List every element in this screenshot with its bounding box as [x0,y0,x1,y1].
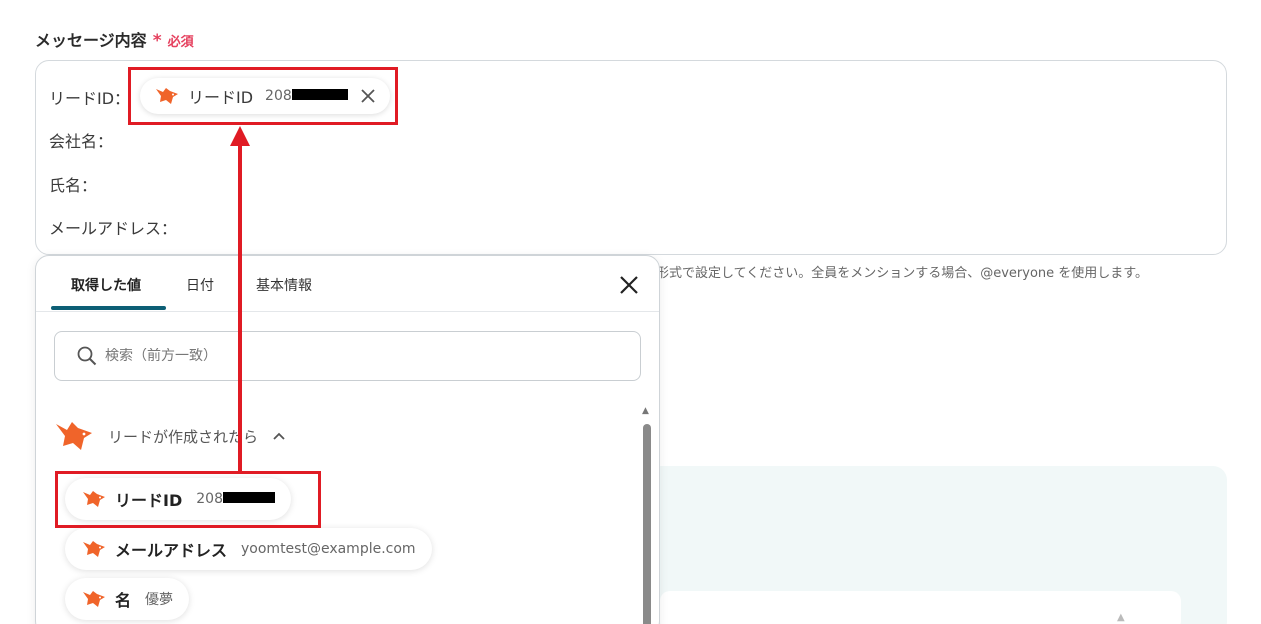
scrollbar[interactable]: ▲ [642,406,652,624]
search-field[interactable] [54,331,641,381]
scrollbar-thumb[interactable] [643,424,651,624]
item-value: 208 [196,491,275,507]
background-inner-card [660,591,1181,624]
item-value: yoomtest@example.com [241,541,416,557]
field-label-text: メッセージ内容 [35,31,147,50]
scroll-up-icon[interactable]: ▲ [642,406,649,416]
active-tab-indicator [51,306,166,310]
fox-icon [83,541,105,557]
variable-item-first-name[interactable]: 名 優夢 [65,578,190,620]
tab-date[interactable]: 日付 [186,275,214,295]
group-title: リードが作成されたら [108,427,259,446]
fox-icon [56,422,92,450]
fox-icon [83,491,105,507]
pill-name: リードID [188,88,254,107]
required-text: 必須 [167,35,194,50]
hint-text: 形式で設定してください。全員をメンションする場合、@everyone を使用しま… [656,266,1148,281]
search-icon [77,346,97,366]
trigger-group-header[interactable]: リードが作成されたら [54,419,286,453]
search-input[interactable] [105,348,585,364]
picker-tabs: 取得した値 日付 基本情報 [36,256,659,312]
message-field-label: メッセージ内容 * 必須 [35,27,194,51]
required-mark: * [152,31,162,51]
tab-acquired-values[interactable]: 取得した値 [71,275,141,295]
tab-basic-info[interactable]: 基本情報 [256,275,312,295]
close-icon[interactable] [617,273,641,297]
message-line-email: メールアドレス： [49,219,178,238]
variable-picker-popup: 取得した値 日付 基本情報 リードが作成されたら リードID 208 [35,255,660,624]
inserted-variable-pill-lead-id[interactable]: リードID 208 [140,78,390,114]
message-line-lead-id: リードID： [49,89,131,108]
item-name: メールアドレス [115,541,228,560]
message-content-input[interactable]: リードID： 会社名： 氏名： メールアドレス： リードID 208 [35,60,1227,255]
fox-icon [156,88,178,104]
item-name: リードID [115,491,183,510]
redaction-bar [291,89,348,100]
caret-up-icon: ▲ [1117,612,1125,623]
chevron-up-icon[interactable] [272,431,286,441]
variable-item-email[interactable]: メールアドレス yoomtest@example.com [65,528,432,570]
close-icon[interactable] [360,88,376,104]
variable-item-lead-id[interactable]: リードID 208 [65,478,291,520]
item-name: 名 [115,591,132,610]
pill-value: 208 [265,88,348,104]
fox-icon [83,591,105,607]
message-line-name: 氏名： [49,176,98,195]
item-value: 優夢 [145,592,174,608]
message-line-company: 会社名： [49,132,114,151]
redaction-bar [222,492,275,503]
